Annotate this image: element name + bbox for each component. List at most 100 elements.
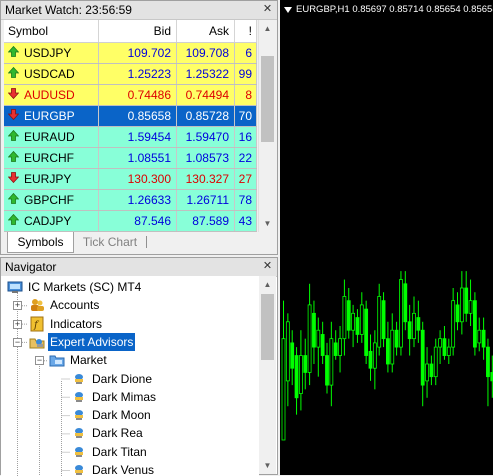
- candle-body: [486, 346, 490, 378]
- expert-advisor-icon: [71, 425, 90, 441]
- navigator-item-dark-mimas[interactable]: Dark Mimas: [71, 388, 158, 406]
- expert-advisor-icon: [71, 371, 90, 387]
- arrow-up-icon: [8, 64, 24, 84]
- navigator-tree: IC Markets (SC) MT4 + Accounts + f Indicators…: [1, 276, 259, 476]
- chart-title-text: EURGBP,H1 0.85697 0.85714 0.85654 0.8565…: [296, 4, 493, 15]
- candle-body: [472, 300, 477, 348]
- candle-body: [351, 312, 355, 331]
- symbol-name: EURJPY: [24, 172, 72, 186]
- scrollbar-thumb[interactable]: [261, 56, 274, 142]
- navigator-scrollbar[interactable]: ▲ ▼: [259, 276, 276, 474]
- expert-advisors-icon: [29, 334, 48, 350]
- column-header-symbol[interactable]: Symbol: [4, 20, 99, 42]
- collapse-icon[interactable]: −: [13, 337, 22, 347]
- tab-separator: [146, 236, 147, 248]
- arrow-down-icon: [8, 106, 24, 126]
- market-watch-row[interactable]: EURJPY 130.300 130.327 27: [4, 169, 257, 190]
- market-watch-row[interactable]: GBPCHF 1.26633 1.26711 78: [4, 190, 257, 211]
- column-header-ask[interactable]: Ask: [177, 20, 235, 42]
- candle-body: [455, 304, 460, 323]
- navigator-item-ic-markets-sc-mt4[interactable]: IC Markets (SC) MT4: [7, 278, 143, 296]
- price-chart[interactable]: EURGBP,H1 0.85697 0.85714 0.85654 0.8565…: [280, 0, 493, 475]
- candlestick-chart: [281, 271, 493, 441]
- candle-body: [416, 317, 421, 331]
- collapse-icon[interactable]: −: [35, 356, 44, 366]
- column-header-spread[interactable]: !: [235, 20, 257, 42]
- navigator-item-accounts[interactable]: Accounts: [29, 296, 101, 314]
- symbol-name: EURCHF: [24, 151, 74, 165]
- bid-cell: 130.300: [99, 169, 177, 189]
- candle-body: [303, 355, 308, 373]
- candle-body: [477, 329, 482, 344]
- navigator-item-market[interactable]: Market: [49, 351, 109, 369]
- market-watch-row[interactable]: EURGBP 0.85658 0.85728 70: [4, 106, 257, 127]
- candle-body: [442, 338, 447, 356]
- ask-cell: 1.59470: [177, 127, 235, 147]
- market-watch-row[interactable]: CADJPY 87.546 87.589 43: [4, 211, 257, 232]
- spread-cell: 22: [235, 148, 257, 168]
- navigator-item-dark-titan[interactable]: Dark Titan: [71, 443, 149, 461]
- navigator-item-label: Dark Moon: [92, 408, 151, 423]
- spread-cell: 16: [235, 127, 257, 147]
- chart-title: EURGBP,H1 0.85697 0.85714 0.85654 0.8565…: [284, 4, 493, 15]
- symbol-name: USDJPY: [24, 46, 72, 60]
- ask-cell: 1.26711: [177, 190, 235, 210]
- symbol-name: EURGBP: [24, 109, 75, 123]
- navigator-item-expert-advisors[interactable]: Expert Advisors: [29, 332, 136, 351]
- tab-tick-chart[interactable]: Tick Chart: [76, 232, 144, 253]
- symbol-cell: GBPCHF: [4, 190, 99, 210]
- expand-icon[interactable]: +: [13, 319, 22, 329]
- navigator-close-icon[interactable]: ✕: [261, 260, 274, 273]
- navigator-item-label: Dark Titan: [92, 444, 147, 459]
- market-watch-rows: USDJPY 109.702 109.708 6 USDCAD 1.25223 1.2532…: [4, 43, 257, 232]
- market-watch-row[interactable]: EURAUD 1.59454 1.59470 16: [4, 127, 257, 148]
- market-watch-scrollbar[interactable]: ▲ ▼: [258, 20, 275, 232]
- arrow-up-icon: [8, 211, 24, 231]
- market-watch-row[interactable]: EURCHF 1.08551 1.08573 22: [4, 148, 257, 169]
- scroll-up-icon[interactable]: ▲: [259, 20, 276, 37]
- chart-menu-icon[interactable]: [284, 6, 292, 13]
- column-header-bid[interactable]: Bid: [99, 20, 177, 42]
- navigator-item-label: Dark Mimas: [92, 389, 157, 404]
- expand-icon[interactable]: +: [13, 301, 22, 311]
- market-watch-title-text: Market Watch: 23:56:59: [5, 3, 132, 17]
- market-watch-row[interactable]: USDCAD 1.25223 1.25322 99: [4, 64, 257, 85]
- scrollbar-thumb[interactable]: [261, 294, 274, 360]
- symbol-name: USDCAD: [24, 67, 75, 81]
- candle-body: [333, 342, 338, 356]
- candle-body: [290, 342, 295, 369]
- navigator-item-dark-dione[interactable]: Dark Dione: [71, 370, 154, 388]
- bid-cell: 1.08551: [99, 148, 177, 168]
- navigator-item-dark-moon[interactable]: Dark Moon: [71, 406, 153, 424]
- bid-cell: 0.74486: [99, 85, 177, 105]
- candle-body: [468, 300, 473, 314]
- arrow-up-icon: [8, 190, 24, 210]
- spread-cell: 70: [235, 106, 257, 126]
- navigator-item-dark-venus[interactable]: Dark Venus: [71, 461, 156, 476]
- navigator-item-dark-rea[interactable]: Dark Rea: [71, 424, 145, 442]
- candle-body: [394, 329, 399, 348]
- scroll-up-icon[interactable]: ▲: [259, 276, 276, 293]
- tab-symbols[interactable]: Symbols: [7, 232, 74, 253]
- bid-cell: 0.85658: [99, 106, 177, 126]
- arrow-up-icon: [8, 43, 24, 63]
- market-watch-table: Symbol Bid Ask ! USDJPY 109.702 109.708 6 US…: [4, 20, 257, 232]
- navigator-item-indicators[interactable]: f Indicators: [29, 315, 104, 333]
- candle-body: [438, 338, 443, 348]
- scroll-down-icon[interactable]: ▼: [259, 215, 276, 232]
- navigator-item-label: Dark Venus: [92, 463, 155, 476]
- candle-body: [386, 338, 390, 365]
- bid-cell: 87.546: [99, 211, 177, 231]
- candle-body: [307, 304, 312, 373]
- candle-body: [298, 355, 303, 394]
- candle-body: [320, 334, 325, 356]
- navigator-item-label: IC Markets (SC) MT4: [28, 280, 142, 294]
- market-watch-close-icon[interactable]: ✕: [261, 3, 274, 16]
- candle-body: [451, 300, 456, 348]
- market-watch-row[interactable]: USDJPY 109.702 109.708 6: [4, 43, 257, 64]
- candle-body: [342, 296, 347, 340]
- scroll-down-icon[interactable]: ▼: [259, 457, 276, 474]
- candle-body: [381, 300, 386, 340]
- candle-body: [429, 363, 434, 378]
- market-watch-row[interactable]: AUDUSD 0.74486 0.74494 8: [4, 85, 257, 106]
